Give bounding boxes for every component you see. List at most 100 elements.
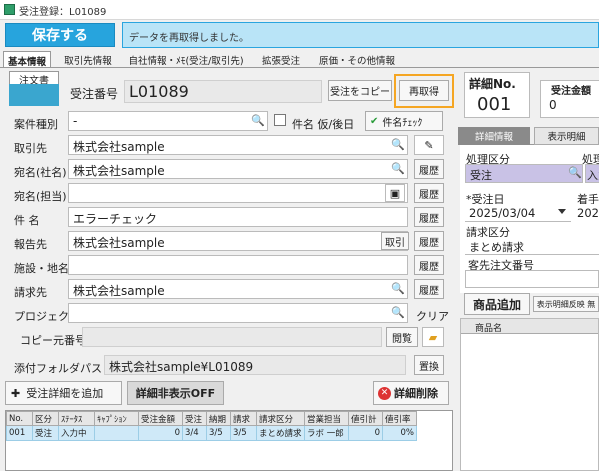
type-label: 案件種別 xyxy=(14,118,58,131)
name-check-button[interactable]: ✔ 件名ﾁｪｯｸ xyxy=(365,111,443,131)
right-tab-bar: 詳細情報 表示明細 xyxy=(458,124,599,145)
tab-basic[interactable]: 基本情報 xyxy=(3,51,51,68)
customer-order-no-field[interactable] xyxy=(465,270,599,288)
copy-order-button[interactable]: 受注をコピー xyxy=(328,80,392,101)
order-type-badge: 注文書 xyxy=(9,71,59,87)
tab-cost[interactable]: 原価・その他情報 xyxy=(312,51,402,67)
addr-person-field[interactable] xyxy=(68,183,408,203)
plus-icon: ✚ xyxy=(11,386,21,400)
browse-button[interactable]: 閲覧 xyxy=(386,327,418,347)
grid-header-row: No. 区分 ｽﾃｰﾀｽ ｷｬﾌﾟｼｮﾝ 受注金額 受注 納期 請求 請求区分 … xyxy=(6,411,417,426)
tab-client[interactable]: 取引先情報 xyxy=(58,51,118,67)
cell-due-date: 3/5 xyxy=(206,425,231,441)
amount-label: 受注金額 xyxy=(551,86,591,97)
amount-box: 受注金額 0 xyxy=(540,80,599,118)
subject-label: 件 名 xyxy=(14,214,40,227)
proc-select[interactable]: 受注 xyxy=(465,164,583,183)
tentative-checkbox[interactable] xyxy=(274,114,286,126)
add-detail-label: 受注詳細を追加 xyxy=(26,387,104,400)
col-header[interactable]: 値引率 xyxy=(382,411,417,426)
refetch-button[interactable]: 再取得 xyxy=(399,80,449,101)
col-header[interactable]: 納期 xyxy=(206,411,231,426)
chevron-down-icon[interactable] xyxy=(558,209,566,214)
billing-field[interactable]: 株式会社sample xyxy=(68,279,408,299)
cell-status: 入力中 xyxy=(58,425,95,441)
search-icon[interactable]: 🔍 xyxy=(391,138,405,151)
order-number-label: 受注番号 xyxy=(70,87,119,101)
tab-display-detail[interactable]: 表示明細 xyxy=(534,127,599,145)
billing-label: 請求先 xyxy=(14,286,47,299)
col-header[interactable]: 請求 xyxy=(230,411,257,426)
addr-company-label: 宛名(社名) xyxy=(14,166,67,179)
pull-client-button[interactable]: 取引 xyxy=(381,232,409,250)
history-button[interactable]: 履歴 xyxy=(414,255,444,275)
save-button[interactable]: 保存する xyxy=(5,23,115,47)
client-label: 取引先 xyxy=(14,142,47,155)
facility-field[interactable] xyxy=(68,255,408,275)
history-button[interactable]: 履歴 xyxy=(414,183,444,203)
col-header[interactable]: 受注 xyxy=(182,411,207,426)
history-button[interactable]: 履歴 xyxy=(414,159,444,179)
reflect-detail-button[interactable]: 表示明細反映 無 xyxy=(533,296,599,312)
search-icon[interactable]: 🔍 xyxy=(391,282,405,295)
table-row[interactable]: 001 受注 入力中 0 3/4 3/5 3/5 まとめ請求 ラボ 一郎 0 0… xyxy=(6,425,417,441)
report-field[interactable]: 株式会社sample xyxy=(68,231,408,251)
col-header[interactable]: 区分 xyxy=(32,411,59,426)
col-header[interactable]: 営業担当 xyxy=(304,411,349,426)
window-title: 受注登録：L01089 xyxy=(19,7,107,18)
cell-category: 受注 xyxy=(32,425,59,441)
col-header[interactable]: 請求区分 xyxy=(256,411,305,426)
delete-detail-label: 詳細削除 xyxy=(394,387,438,400)
tab-detail-info[interactable]: 詳細情報 xyxy=(458,127,530,145)
product-col-header[interactable]: 商品名 xyxy=(475,321,502,334)
cell-billing-date: 3/5 xyxy=(230,425,257,441)
tab-bar: 基本情報 取引先情報 自社情報・ﾒﾓ(受注/取引先) 拡張受注 原価・その他情報 xyxy=(0,50,599,68)
search-icon[interactable]: 🔍 xyxy=(251,114,265,127)
history-button[interactable]: 履歴 xyxy=(414,231,444,251)
contact-card-icon[interactable]: ▣ xyxy=(385,184,405,202)
col-header[interactable]: 値引計 xyxy=(348,411,383,426)
tab-extended[interactable]: 拡張受注 xyxy=(255,51,307,67)
folder-icon[interactable]: ▰ xyxy=(422,327,444,347)
order-color-swatch xyxy=(9,84,59,106)
add-product-button[interactable]: 商品追加 xyxy=(464,293,530,315)
product-grid: 商品名 xyxy=(460,318,599,471)
start-date-field[interactable]: 202 xyxy=(576,204,599,222)
search-icon[interactable]: 🔍 xyxy=(568,166,582,179)
history-button[interactable]: 履歴 xyxy=(414,279,444,299)
message-bar: データを再取得しました。 xyxy=(122,22,599,48)
detail-no-value: 001 xyxy=(477,94,512,115)
folder-path-field: 株式会社sample¥L01089 xyxy=(104,355,406,375)
cell-sales-rep: ラボ 一郎 xyxy=(304,425,349,441)
type-select[interactable]: - xyxy=(68,111,268,131)
add-detail-button[interactable]: ✚ 受注詳細を追加 xyxy=(5,381,122,405)
search-icon[interactable]: 🔍 xyxy=(391,306,405,319)
copy-source-field xyxy=(82,327,382,347)
proc-select-2[interactable]: 入力 xyxy=(585,164,599,183)
project-field[interactable] xyxy=(68,303,408,323)
col-header[interactable]: ｷｬﾌﾟｼｮﾝ xyxy=(94,411,139,426)
client-field[interactable]: 株式会社sample xyxy=(68,135,408,155)
col-header[interactable]: ｽﾃｰﾀｽ xyxy=(58,411,95,426)
tab-company-memo[interactable]: 自社情報・ﾒﾓ(受注/取引先) xyxy=(122,51,250,67)
detail-info-panel: 処理区分 処理 受注 🔍 入力 *受注日 着手 2025/03/04 202 請… xyxy=(460,145,599,293)
order-number-field[interactable]: L01089 xyxy=(124,80,322,103)
clear-link[interactable]: クリア xyxy=(416,308,449,324)
detail-table: No. 区分 ｽﾃｰﾀｽ ｷｬﾌﾟｼｮﾝ 受注金額 受注 納期 請求 請求区分 … xyxy=(6,411,417,441)
cell-caption xyxy=(94,425,139,441)
order-date-field[interactable]: 2025/03/04 xyxy=(465,204,571,222)
product-grid-header: 商品名 xyxy=(461,319,598,334)
billing-kind-select[interactable]: まとめ請求 xyxy=(465,237,599,255)
addr-company-field[interactable]: 株式会社sample xyxy=(68,159,408,179)
subject-field[interactable]: エラーチェック xyxy=(68,207,408,227)
history-button[interactable]: 履歴 xyxy=(414,207,444,227)
search-icon[interactable]: 🔍 xyxy=(391,162,405,175)
delete-detail-button[interactable]: ✕ 詳細削除 xyxy=(373,381,449,405)
col-header[interactable]: 受注金額 xyxy=(138,411,183,426)
replace-button[interactable]: 置換 xyxy=(414,355,444,375)
edit-pencil-icon[interactable]: ✎ xyxy=(414,135,444,155)
hide-detail-toggle[interactable]: 詳細非表示OFF xyxy=(127,381,224,405)
col-header[interactable]: No. xyxy=(6,411,33,426)
detail-no-label: 詳細No. xyxy=(469,77,516,91)
cell-discount-rate: 0% xyxy=(382,425,417,441)
